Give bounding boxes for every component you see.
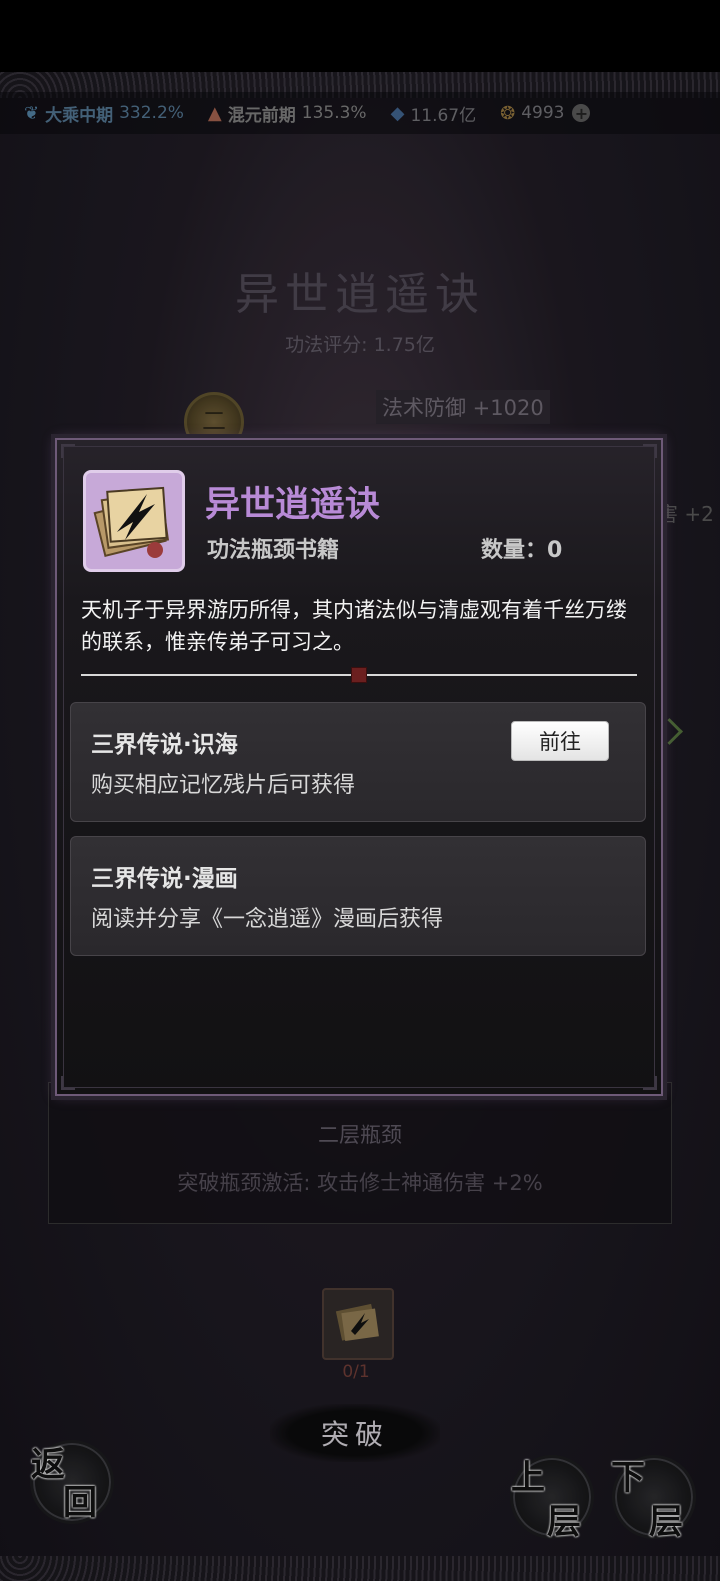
corner-ornament	[643, 444, 657, 458]
source-description: 购买相应记忆残片后可获得	[91, 773, 356, 798]
item-icon	[83, 470, 185, 572]
book-icon	[93, 486, 170, 558]
source-description: 阅读并分享《一念逍遥》漫画后获得	[91, 907, 444, 932]
corner-ornament	[643, 1076, 657, 1090]
seal-icon	[351, 667, 367, 683]
source-title: 三界传说·漫画	[91, 866, 238, 892]
item-description: 天机子于异界游历所得，其内诸法似与清虚观有着千丝万缕的联系，惟亲传弟子可习之。	[81, 598, 627, 654]
source-card: 三界传说·识海 购买相应记忆残片后可获得 前往	[70, 702, 646, 822]
goto-button[interactable]: 前往	[511, 721, 609, 761]
source-title: 三界传说·识海	[91, 732, 238, 758]
item-name: 异世逍遥诀	[205, 485, 381, 525]
corner-ornament	[61, 444, 75, 458]
item-detail-modal: 异世逍遥诀 功法瓶颈书籍 数量：0 天机子于异界游历所得，其内诸法似与清虚观有着…	[55, 438, 663, 1096]
source-card: 三界传说·漫画 阅读并分享《一念逍遥》漫画后获得	[70, 836, 646, 956]
item-type: 功法瓶颈书籍	[207, 538, 340, 563]
item-quantity: 数量：0	[481, 538, 563, 563]
corner-ornament	[61, 1076, 75, 1090]
